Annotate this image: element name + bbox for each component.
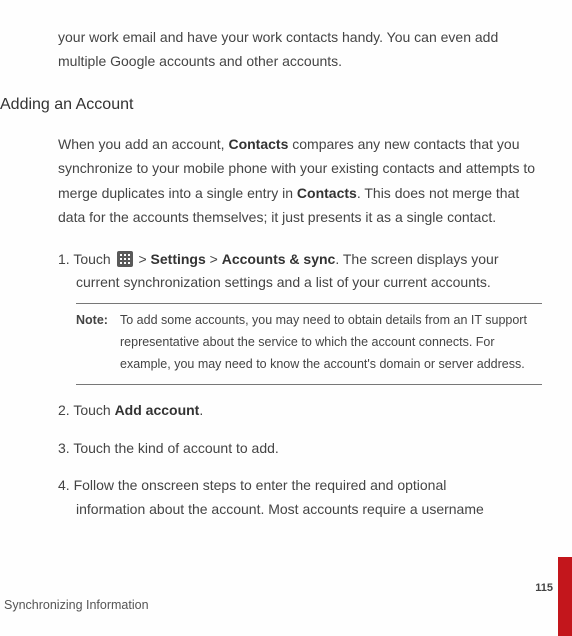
settings-label: Settings bbox=[151, 251, 206, 267]
step-1-post: . The screen displays your bbox=[335, 251, 498, 267]
step-2: 2. Touch Add account. bbox=[58, 399, 542, 423]
step-1-sep2: > bbox=[206, 251, 222, 267]
step-2-number: 2. bbox=[58, 402, 73, 418]
note-text: To add some accounts, you may need to ob… bbox=[120, 310, 542, 376]
step-3-number: 3. bbox=[58, 440, 73, 456]
contacts-term-2: Contacts bbox=[297, 185, 357, 201]
step-3: 3. Touch the kind of account to add. bbox=[58, 437, 542, 461]
step-3-body: Touch the kind of account to add. bbox=[73, 440, 278, 456]
page-number: 115 bbox=[535, 582, 553, 594]
content-area: your work email and have your work conta… bbox=[0, 0, 572, 522]
step-1-continuation: current synchronization settings and a l… bbox=[58, 271, 542, 295]
step-1: 1. Touch > Settings > Accounts & sync. T… bbox=[58, 248, 542, 385]
note-label: Note: bbox=[76, 310, 120, 376]
footer-label: Synchronizing Information bbox=[4, 598, 149, 612]
step-4-body: Follow the onscreen steps to enter the r… bbox=[74, 477, 447, 493]
step-2-pre: Touch bbox=[73, 402, 114, 418]
step-4-continuation: information about the account. Most acco… bbox=[58, 498, 542, 522]
page: your work email and have your work conta… bbox=[0, 0, 572, 636]
section-intro-part1: When you add an account, bbox=[58, 136, 228, 152]
step-1-sep1: > bbox=[135, 251, 151, 267]
section-intro: When you add an account, Contacts compar… bbox=[0, 132, 542, 230]
steps-list: 1. Touch > Settings > Accounts & sync. T… bbox=[0, 248, 542, 522]
step-4-number: 4. bbox=[58, 477, 74, 493]
step-2-post: . bbox=[199, 402, 203, 418]
contacts-term-1: Contacts bbox=[228, 136, 288, 152]
add-account-label: Add account bbox=[115, 402, 200, 418]
step-4: 4. Follow the onscreen steps to enter th… bbox=[58, 474, 542, 522]
step-1-number: 1. bbox=[58, 251, 73, 267]
intro-continuation: your work email and have your work conta… bbox=[0, 26, 542, 74]
apps-grid-icon bbox=[117, 251, 133, 267]
section-heading: Adding an Account bbox=[0, 96, 542, 114]
side-tab bbox=[558, 557, 572, 636]
step-1-body: Touch > Settings > Accounts & sync. The … bbox=[73, 251, 498, 267]
step-2-body: Touch Add account. bbox=[73, 402, 203, 418]
accounts-sync-label: Accounts & sync bbox=[222, 251, 336, 267]
step-1-pre: Touch bbox=[73, 251, 114, 267]
note-row: Note: To add some accounts, you may need… bbox=[76, 310, 542, 376]
note-block: Note: To add some accounts, you may need… bbox=[76, 303, 542, 385]
